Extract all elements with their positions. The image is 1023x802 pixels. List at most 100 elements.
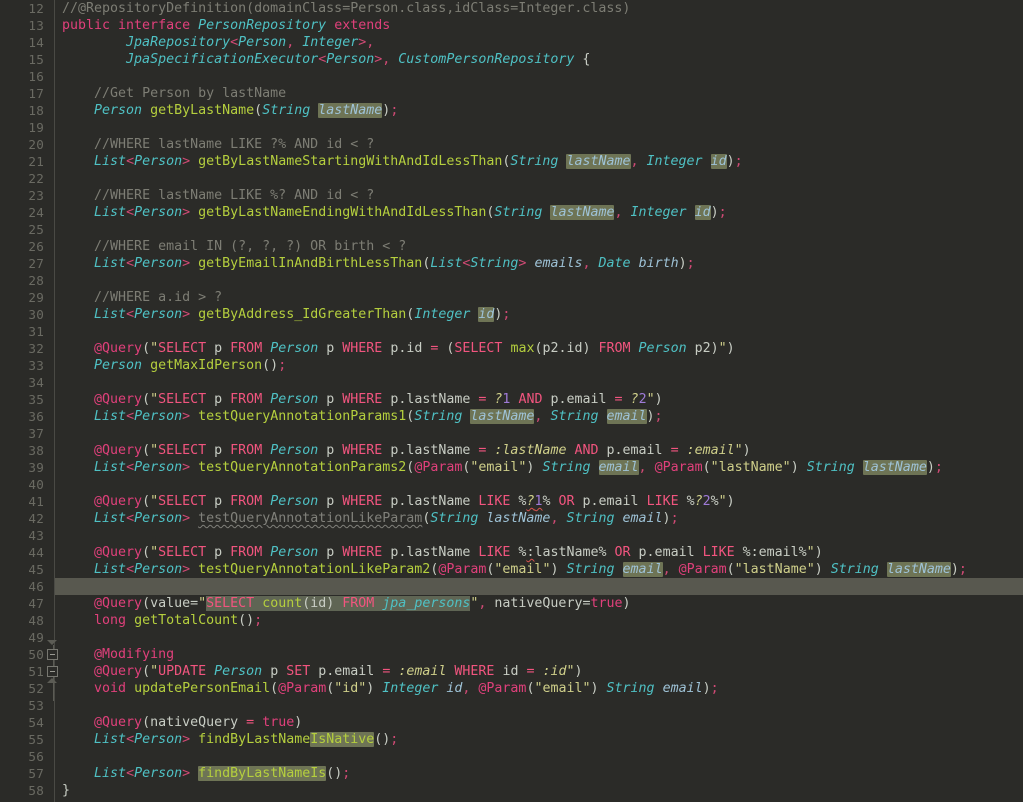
code-line-48[interactable]: long getTotalCount(); [0, 612, 1023, 629]
code-line-43[interactable] [0, 527, 1023, 544]
line-number-28: 28 [28, 273, 44, 288]
code-line-58[interactable]: } [0, 782, 1023, 799]
code-line-57[interactable]: List<Person> findByLastNameIs(); [0, 765, 1023, 782]
line-number-54: 54 [28, 715, 44, 730]
line-number-18: 18 [28, 103, 44, 118]
line-number-21: 21 [28, 154, 44, 169]
line-number-53: 53 [28, 698, 44, 713]
code-line-21[interactable]: List<Person> getByLastNameStartingWithAn… [0, 153, 1023, 170]
code-line-16[interactable] [0, 68, 1023, 85]
line-number-44: 44 [28, 545, 44, 560]
code-line-40[interactable] [0, 476, 1023, 493]
line-number-56: 56 [28, 749, 44, 764]
line-number-16: 16 [28, 69, 44, 84]
line-number-40: 40 [28, 477, 44, 492]
code-line-55[interactable]: List<Person> findByLastNameIsNative(); [0, 731, 1023, 748]
code-line-47[interactable]: @Query(value="SELECT count(id) FROM jpa_… [0, 595, 1023, 612]
line-number-37: 37 [28, 426, 44, 441]
line-number-55: 55 [28, 732, 44, 747]
code-line-49[interactable] [0, 629, 1023, 646]
line-number-57: 57 [28, 766, 44, 781]
line-number-30: 30 [28, 307, 44, 322]
line-number-24: 24 [28, 205, 44, 220]
code-line-46[interactable] [0, 578, 1023, 595]
line-number-47: 47 [28, 596, 44, 611]
code-line-14[interactable]: JpaRepository<Person, Integer>, [0, 34, 1023, 51]
fold-region-cap-top [47, 640, 58, 645]
code-line-13[interactable]: public interface PersonRepository extend… [0, 17, 1023, 34]
code-line-22[interactable] [0, 170, 1023, 187]
code-line-35[interactable]: @Query("SELECT p FROM Person p WHERE p.l… [0, 391, 1023, 408]
code-line-24[interactable]: List<Person> getByLastNameEndingWithAndI… [0, 204, 1023, 221]
code-line-12[interactable]: //@RepositoryDefinition(domainClass=Pers… [0, 0, 1023, 17]
line-number-48: 48 [28, 613, 44, 628]
line-number-43: 43 [28, 528, 44, 543]
line-number-49: 49 [28, 630, 44, 645]
code-line-44[interactable]: @Query("SELECT p FROM Person p WHERE p.l… [0, 544, 1023, 561]
code-line-54[interactable]: @Query(nativeQuery = true) [0, 714, 1023, 731]
line-number-26: 26 [28, 239, 44, 254]
line-number-52: 52 [28, 681, 44, 696]
code-line-20[interactable]: //WHERE lastName LIKE ?% AND id < ? [0, 136, 1023, 153]
line-number-31: 31 [28, 324, 44, 339]
line-number-36: 36 [28, 409, 44, 424]
code-folding-gutter[interactable] [44, 0, 66, 802]
fold-region-cap-bottom [47, 678, 58, 683]
fold-collapse-icon[interactable] [47, 666, 58, 677]
code-line-42[interactable]: List<Person> testQueryAnnotationLikePara… [0, 510, 1023, 527]
line-number-14: 14 [28, 35, 44, 50]
code-line-41[interactable]: @Query("SELECT p FROM Person p WHERE p.l… [0, 493, 1023, 510]
line-number-41: 41 [28, 494, 44, 509]
code-line-26[interactable]: //WHERE email IN (?, ?, ?) OR birth < ? [0, 238, 1023, 255]
code-line-25[interactable] [0, 221, 1023, 238]
code-line-30[interactable]: List<Person> getByAddress_IdGreaterThan(… [0, 306, 1023, 323]
code-line-38[interactable]: @Query("SELECT p FROM Person p WHERE p.l… [0, 442, 1023, 459]
code-line-17[interactable]: //Get Person by lastName [0, 85, 1023, 102]
line-number-32: 32 [28, 341, 44, 356]
code-line-29[interactable]: //WHERE a.id > ? [0, 289, 1023, 306]
code-editor[interactable]: 12 13 14 15 16 17 18 19 20 21 22 23 24 25 26 27 28 29 30 31… [0, 0, 1023, 802]
code-line-31[interactable] [0, 323, 1023, 340]
code-line-53[interactable] [0, 697, 1023, 714]
code-line-28[interactable] [0, 272, 1023, 289]
line-number-51: 51 [28, 664, 44, 679]
code-line-34[interactable] [0, 374, 1023, 391]
fold-collapse-icon[interactable] [47, 649, 58, 660]
line-number-15: 15 [28, 52, 44, 67]
line-number-50: 50 [28, 647, 44, 662]
line-number-19: 19 [28, 120, 44, 135]
line-number-17: 17 [28, 86, 44, 101]
code-line-32[interactable]: @Query("SELECT p FROM Person p WHERE p.i… [0, 340, 1023, 357]
code-line-15[interactable]: JpaSpecificationExecutor<Person>, Custom… [0, 51, 1023, 68]
line-number-25: 25 [28, 222, 44, 237]
line-number-12: 12 [28, 1, 44, 16]
line-number-34: 34 [28, 375, 44, 390]
line-number-29: 29 [28, 290, 44, 305]
line-number-22: 22 [28, 171, 44, 186]
code-line-52[interactable]: void updatePersonEmail(@Param("id") Inte… [0, 680, 1023, 697]
line-number-58: 58 [28, 783, 44, 798]
line-number-33: 33 [28, 358, 44, 373]
line-number-13: 13 [28, 18, 44, 33]
code-line-27[interactable]: List<Person> getByEmailInAndBirthLessTha… [0, 255, 1023, 272]
line-number-39: 39 [28, 460, 44, 475]
code-line-39[interactable]: List<Person> testQueryAnnotationParams2(… [0, 459, 1023, 476]
code-line-36[interactable]: List<Person> testQueryAnnotationParams1(… [0, 408, 1023, 425]
code-line-50[interactable]: @Modifying [0, 646, 1023, 663]
code-line-19[interactable] [0, 119, 1023, 136]
code-line-18[interactable]: Person getByLastName(String lastName); [0, 102, 1023, 119]
code-line-23[interactable]: //WHERE lastName LIKE %? AND id < ? [0, 187, 1023, 204]
line-number-20: 20 [28, 137, 44, 152]
line-number-27: 27 [28, 256, 44, 271]
line-number-23: 23 [28, 188, 44, 203]
code-line-45[interactable]: List<Person> testQueryAnnotationLikePara… [0, 561, 1023, 578]
code-text-area[interactable]: //@RepositoryDefinition(domainClass=Pers… [0, 0, 1023, 802]
code-line-56[interactable] [0, 748, 1023, 765]
line-number-46: 46 [28, 579, 44, 594]
code-line-33[interactable]: Person getMaxIdPerson(); [0, 357, 1023, 374]
line-number-42: 42 [28, 511, 44, 526]
code-line-51[interactable]: @Query("UPDATE Person p SET p.email = :e… [0, 663, 1023, 680]
line-number-38: 38 [28, 443, 44, 458]
code-line-37[interactable] [0, 425, 1023, 442]
line-number-35: 35 [28, 392, 44, 407]
